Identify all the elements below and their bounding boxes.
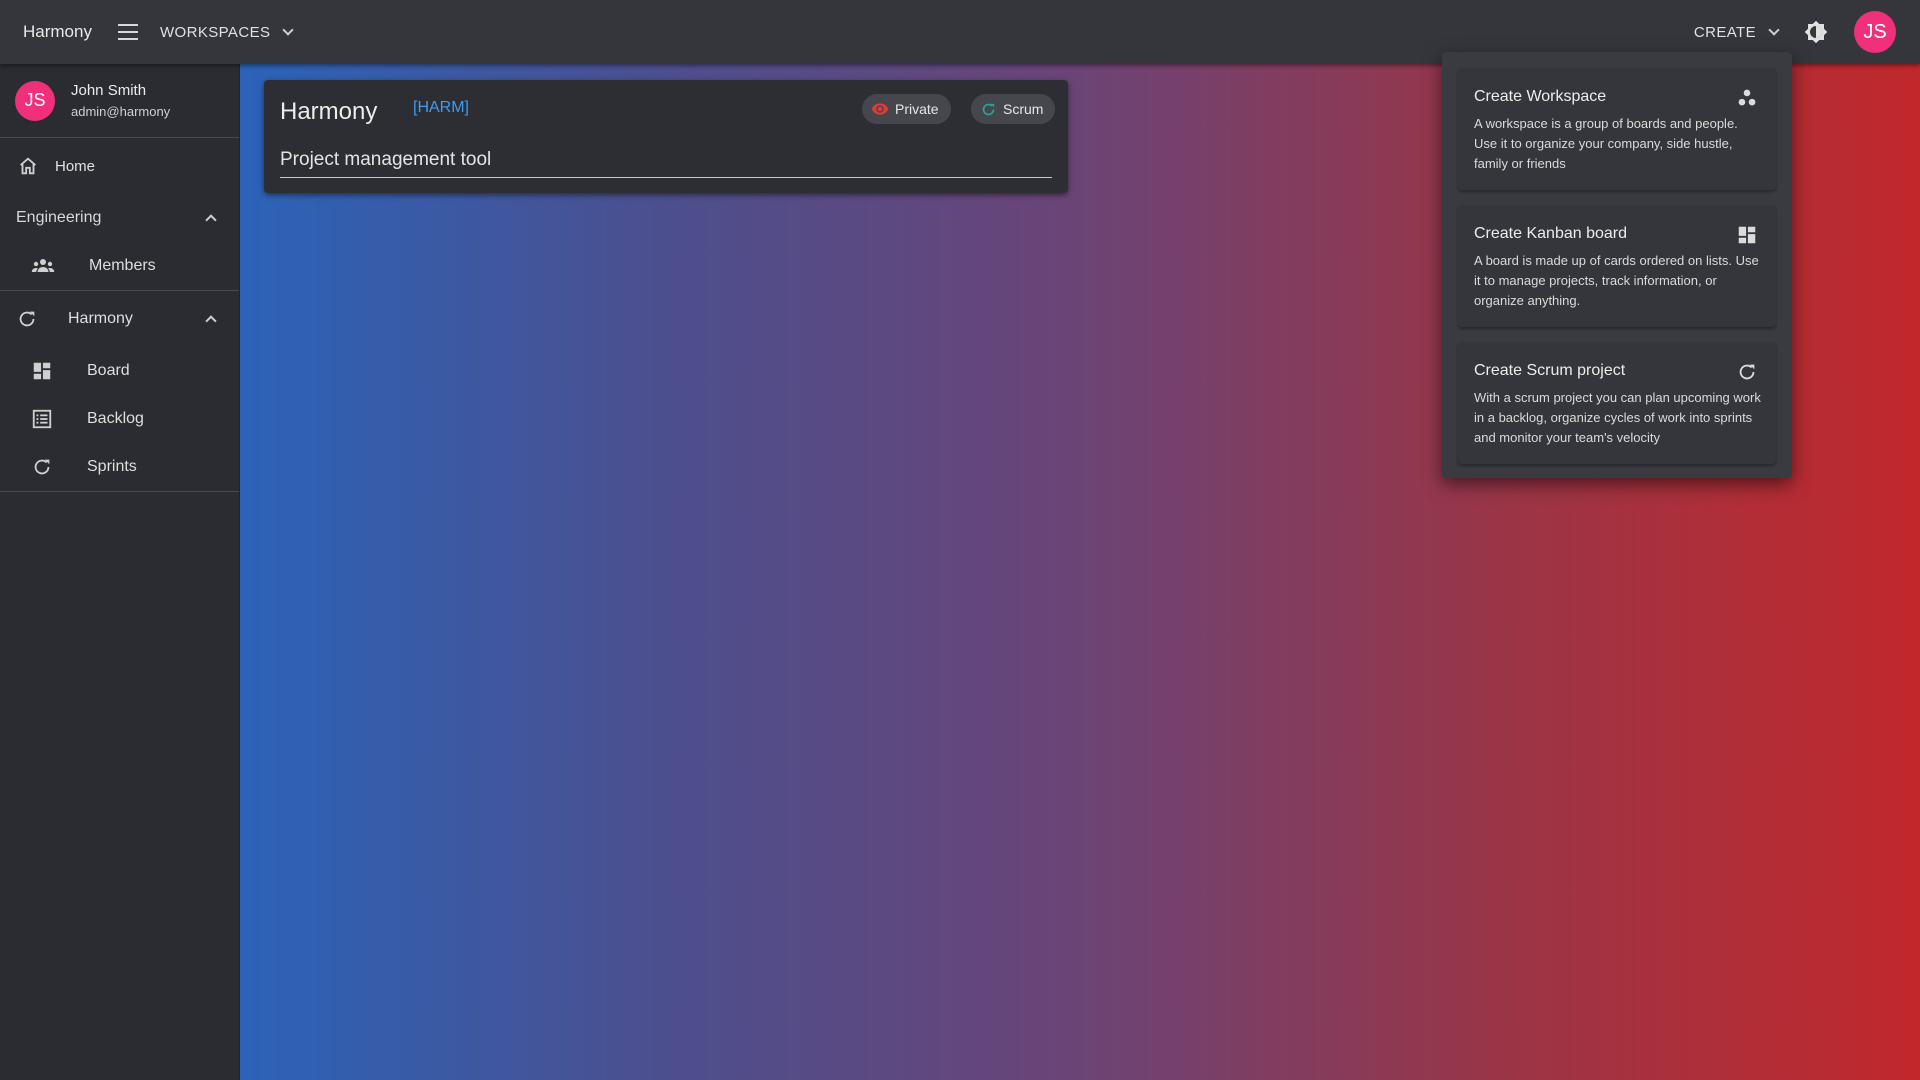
sidebar-section-engineering[interactable]: Engineering <box>0 194 239 242</box>
chevron-down-icon <box>282 24 295 36</box>
chevron-down-icon <box>1768 24 1780 36</box>
app-title[interactable]: Harmony <box>23 22 92 42</box>
avatar[interactable]: JS <box>1854 11 1896 53</box>
sidebar-item-backlog[interactable]: Backlog <box>0 395 239 443</box>
option-title: Create Workspace <box>1474 88 1607 105</box>
create-menu: Create Workspace A workspace is a group … <box>1442 52 1792 478</box>
brightness-icon[interactable] <box>1804 20 1828 44</box>
sync-icon <box>980 101 997 118</box>
project-description-field[interactable]: Project management tool <box>280 144 1052 178</box>
list-icon <box>31 408 53 430</box>
menu-icon[interactable] <box>117 24 138 40</box>
option-description: With a scrum project you can plan upcomi… <box>1474 390 1761 445</box>
sidebar-item-label: Members <box>89 257 156 274</box>
user-name: John Smith <box>71 82 147 99</box>
project-type-chip[interactable]: Scrum <box>971 94 1056 124</box>
project-key: [HARM] <box>413 99 469 116</box>
people-icon <box>31 254 55 278</box>
create-scrum-project-option[interactable]: Create Scrum project With a scrum projec… <box>1458 342 1776 464</box>
sidebar-section-harmony[interactable]: Harmony <box>0 291 239 347</box>
sidebar-item-sprints[interactable]: Sprints <box>0 443 239 491</box>
create-button[interactable]: CREATE <box>1693 23 1780 41</box>
project-header-card: Harmony [HARM] Private Scrum Project man… <box>264 80 1068 193</box>
dashboard-icon <box>1736 224 1758 246</box>
sync-icon <box>16 308 38 330</box>
sidebar-item-label: Sprints <box>87 458 137 475</box>
visibility-chip[interactable]: Private <box>862 94 951 124</box>
divider <box>0 491 239 492</box>
project-name: Harmony <box>68 310 133 327</box>
sidebar-item-board[interactable]: Board <box>0 347 239 395</box>
create-label: CREATE <box>1693 23 1756 41</box>
chevron-up-icon <box>205 214 217 226</box>
sync-icon <box>1736 361 1758 383</box>
sidebar-item-label: Backlog <box>87 410 144 427</box>
option-title: Create Kanban board <box>1474 225 1627 242</box>
create-workspace-option[interactable]: Create Workspace A workspace is a group … <box>1458 68 1776 190</box>
project-title: Harmony <box>280 98 378 125</box>
option-description: A workspace is a group of boards and peo… <box>1474 116 1738 171</box>
sidebar-item-label: Home <box>55 157 96 175</box>
option-title: Create Scrum project <box>1474 362 1626 379</box>
eye-icon <box>871 100 889 118</box>
sidebar-item-members[interactable]: Members <box>0 242 239 290</box>
workspaces-icon <box>1736 87 1758 109</box>
workspaces-button[interactable]: WORKSPACES <box>159 23 295 41</box>
create-kanban-board-option[interactable]: Create Kanban board A board is made up o… <box>1458 205 1776 327</box>
visibility-label: Private <box>895 101 939 117</box>
sync-icon <box>31 456 53 478</box>
avatar: JS <box>15 80 55 121</box>
project-type-label: Scrum <box>1003 101 1044 117</box>
sidebar-item-label: Board <box>87 362 130 379</box>
sidebar: JS John Smith admin@harmony Home Enginee… <box>0 64 240 1080</box>
dashboard-icon <box>31 360 53 382</box>
user-email: admin@harmony <box>71 104 171 119</box>
user-profile[interactable]: JS John Smith admin@harmony <box>0 64 239 138</box>
home-icon <box>17 155 39 177</box>
workspace-name: Engineering <box>16 209 102 226</box>
sidebar-item-home[interactable]: Home <box>0 138 239 194</box>
workspaces-label: WORKSPACES <box>159 23 271 41</box>
option-description: A board is made up of cards ordered on l… <box>1474 253 1759 308</box>
chevron-up-icon <box>205 315 217 327</box>
